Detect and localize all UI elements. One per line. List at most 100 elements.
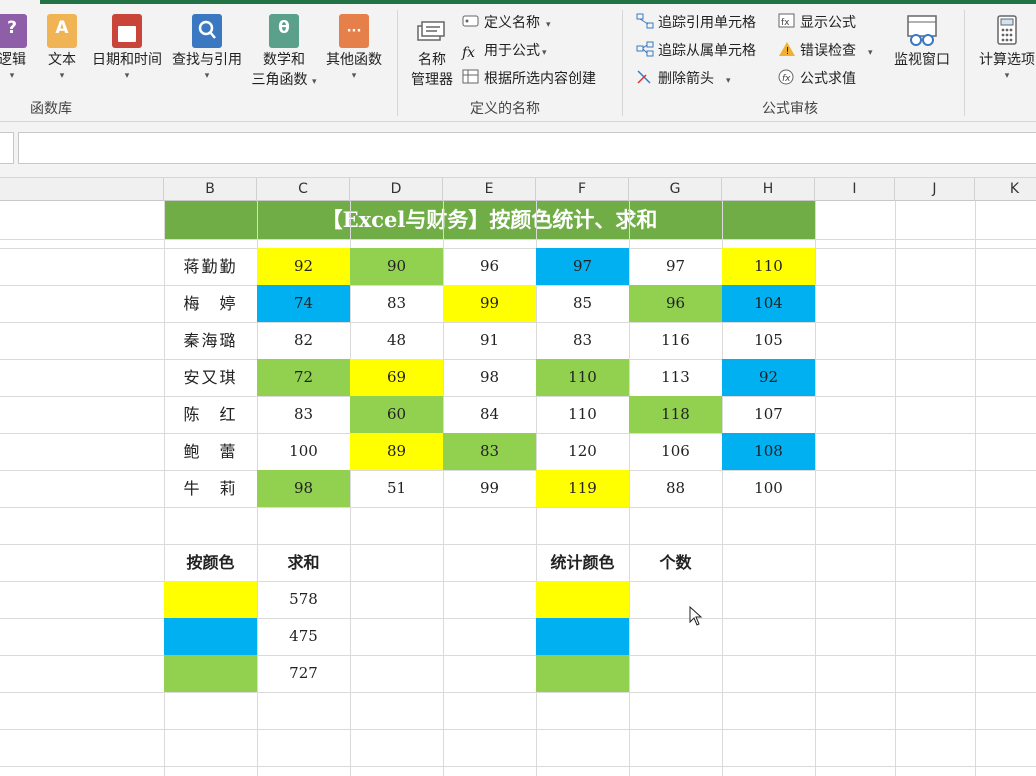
error-checking-button[interactable]: ! 错误检查 ▾ (778, 40, 873, 62)
define-name-button[interactable]: 定义名称 ▾ (462, 12, 551, 34)
score-cell[interactable]: 96 (629, 285, 722, 322)
score-cell[interactable]: 104 (722, 285, 815, 322)
score-cell[interactable]: 98 (443, 359, 536, 396)
column-header-i[interactable]: I (815, 178, 895, 201)
score-cell[interactable]: 91 (443, 322, 536, 359)
score-cell[interactable]: 116 (629, 322, 722, 359)
lookup-reference-button[interactable]: 查找与引用 ▾ (168, 14, 246, 82)
sheet-title[interactable]: 【Excel与财务】按颜色统计、求和 (164, 201, 815, 239)
trace-dependents-button[interactable]: 追踪从属单元格 (636, 40, 756, 62)
count-color-swatch[interactable] (536, 655, 629, 692)
show-formulas-button[interactable]: fx 显示公式 (778, 12, 856, 34)
score-cell[interactable]: 89 (350, 433, 443, 470)
student-name-cell[interactable]: 梅 婷 (164, 285, 257, 322)
score-cell[interactable]: 84 (443, 396, 536, 433)
count-value-cell[interactable] (629, 581, 722, 618)
sum-color-swatch[interactable] (164, 618, 257, 655)
sum-value-cell[interactable]: 578 (257, 581, 350, 618)
count-color-swatch[interactable] (536, 581, 629, 618)
logical-functions-button[interactable]: ? 逻辑 ▾ (0, 14, 30, 82)
score-cell[interactable]: 108 (722, 433, 815, 470)
score-cell[interactable]: 51 (350, 470, 443, 507)
score-cell[interactable]: 97 (629, 248, 722, 285)
count-color-header[interactable]: 统计颜色 (536, 544, 629, 581)
trace-precedents-button[interactable]: 追踪引用单元格 (636, 12, 756, 34)
count-value-cell[interactable] (629, 655, 722, 692)
count-value-cell[interactable] (629, 618, 722, 655)
score-cell[interactable]: 72 (257, 359, 350, 396)
student-name-cell[interactable]: 蒋勤勤 (164, 248, 257, 285)
column-header-f[interactable]: F (536, 178, 629, 201)
column-header-j[interactable]: J (895, 178, 975, 201)
student-name-cell[interactable]: 秦海璐 (164, 322, 257, 359)
sum-value-cell[interactable]: 727 (257, 655, 350, 692)
row-gridline (0, 692, 1036, 693)
score-cell[interactable]: 110 (722, 248, 815, 285)
score-cell[interactable]: 118 (629, 396, 722, 433)
sum-value-cell[interactable]: 475 (257, 618, 350, 655)
score-cell[interactable]: 90 (350, 248, 443, 285)
score-cell[interactable]: 48 (350, 322, 443, 359)
worksheet-grid[interactable]: 【Excel与财务】按颜色统计、求和 蒋勤勤 92 90 96 97 97 110 梅 婷 74… (0, 201, 1036, 776)
sum-total-header[interactable]: 求和 (257, 544, 350, 581)
score-cell[interactable]: 83 (350, 285, 443, 322)
count-color-swatch[interactable] (536, 618, 629, 655)
create-from-selection-button[interactable]: 根据所选内容创建 (462, 68, 596, 90)
score-cell[interactable]: 105 (722, 322, 815, 359)
column-header-e[interactable]: E (443, 178, 536, 201)
remove-arrows-button[interactable]: 删除箭头 ▾ (636, 68, 731, 90)
score-cell[interactable]: 100 (722, 470, 815, 507)
watch-window-button[interactable]: 监视窗口 (888, 14, 956, 70)
text-functions-button[interactable]: A 文本 ▾ (44, 14, 80, 82)
score-cell[interactable]: 106 (629, 433, 722, 470)
score-cell[interactable]: 83 (443, 433, 536, 470)
student-name-cell[interactable]: 牛 莉 (164, 470, 257, 507)
score-cell[interactable]: 100 (257, 433, 350, 470)
score-cell[interactable]: 96 (443, 248, 536, 285)
use-in-formula-button[interactable]: 𝑓x 用于公式 ▾ (462, 40, 547, 62)
row-gridline (0, 729, 1036, 730)
score-cell[interactable]: 83 (257, 396, 350, 433)
score-cell[interactable]: 82 (257, 322, 350, 359)
score-cell[interactable]: 99 (443, 470, 536, 507)
count-header[interactable]: 个数 (629, 544, 722, 581)
column-header-k[interactable]: K (975, 178, 1036, 201)
calculation-options-button[interactable]: 计算选项 ▾ (972, 14, 1036, 82)
score-cell[interactable]: 69 (350, 359, 443, 396)
math-trig-button[interactable]: θ 数学和 三角函数 ▾ (248, 14, 320, 92)
score-cell[interactable]: 85 (536, 285, 629, 322)
score-cell[interactable]: 113 (629, 359, 722, 396)
sum-color-swatch[interactable] (164, 581, 257, 618)
column-header-d[interactable]: D (350, 178, 443, 201)
student-name-cell[interactable]: 安又琪 (164, 359, 257, 396)
score-cell[interactable]: 120 (536, 433, 629, 470)
score-cell[interactable]: 88 (629, 470, 722, 507)
score-cell[interactable]: 74 (257, 285, 350, 322)
column-header-g[interactable]: G (629, 178, 722, 201)
name-manager-button[interactable]: 名称 管理器 (404, 14, 460, 90)
name-box[interactable] (0, 132, 14, 164)
more-functions-button[interactable]: ··· 其他函数 ▾ (322, 14, 386, 82)
column-header-c[interactable]: C (257, 178, 350, 201)
formula-input[interactable] (18, 132, 1036, 164)
student-name-cell[interactable]: 鲍 蕾 (164, 433, 257, 470)
student-name-cell[interactable]: 陈 红 (164, 396, 257, 433)
row-gridline (0, 581, 1036, 582)
score-cell[interactable]: 107 (722, 396, 815, 433)
score-cell[interactable]: 92 (257, 248, 350, 285)
score-cell[interactable]: 60 (350, 396, 443, 433)
column-header-h[interactable]: H (722, 178, 815, 201)
score-cell[interactable]: 83 (536, 322, 629, 359)
score-cell[interactable]: 110 (536, 396, 629, 433)
score-cell[interactable]: 97 (536, 248, 629, 285)
score-cell[interactable]: 99 (443, 285, 536, 322)
evaluate-formula-button[interactable]: fx 公式求值 (778, 68, 856, 90)
score-cell[interactable]: 98 (257, 470, 350, 507)
score-cell[interactable]: 92 (722, 359, 815, 396)
sum-color-swatch[interactable] (164, 655, 257, 692)
score-cell[interactable]: 110 (536, 359, 629, 396)
column-header-b[interactable]: B (164, 178, 257, 201)
datetime-functions-button[interactable]: 日期和时间 ▾ (88, 14, 166, 82)
score-cell[interactable]: 119 (536, 470, 629, 507)
sum-color-header[interactable]: 按颜色 (164, 544, 257, 581)
